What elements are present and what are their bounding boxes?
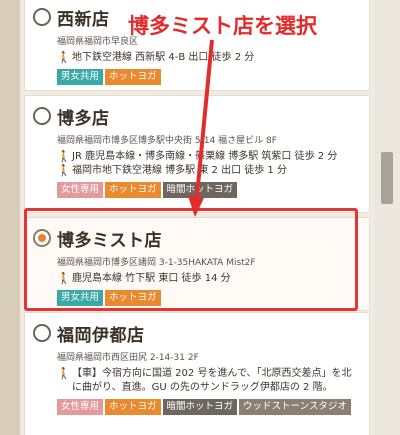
tag-dark-hot-yoga: 暗闇ホットヨガ bbox=[162, 182, 238, 198]
access-line: 🚶 JR 鹿児島本線・博多南線・篠栗線 博多駅 筑紫口 徒歩 2 分 bbox=[57, 150, 338, 163]
store-name: 博多ミスト店 bbox=[57, 230, 162, 251]
store-list: 西新店 福岡県福岡市早良区 🚶 地下鉄空港線 西新駅 4-B 出口 徒歩 2 分… bbox=[20, 0, 374, 435]
tag-hot-yoga: ホットヨガ bbox=[105, 69, 161, 85]
walking-person-icon: 🚶 bbox=[57, 150, 71, 163]
access-line: 🚶 福岡市地下鉄空港線 博多駅 東 2 出口 徒歩 1 分 bbox=[57, 164, 287, 177]
store-selection-page: 西新店 福岡県福岡市早良区 🚶 地下鉄空港線 西新駅 4-B 出口 徒歩 2 分… bbox=[0, 0, 400, 435]
scrollbar[interactable] bbox=[374, 0, 400, 435]
store-address: 福岡県福岡市博多区博多駅中央街 5-14 福さ屋ビル 8F bbox=[57, 136, 277, 146]
tag-unisex: 男女共用 bbox=[57, 69, 104, 85]
walking-person-icon: 🚶 bbox=[57, 367, 71, 380]
store-address: 福岡県福岡市西区田尻 2-14-31 2F bbox=[57, 353, 199, 363]
walking-person-icon: 🚶 bbox=[57, 51, 71, 64]
walking-person-icon: 🚶 bbox=[57, 272, 71, 285]
store-name: 福岡伊都店 bbox=[57, 325, 145, 346]
access-line: 🚶 地下鉄空港線 西新駅 4-B 出口 徒歩 2 分 bbox=[57, 51, 255, 64]
store-name: 西新店 bbox=[57, 9, 110, 30]
annotation-callout: 博多ミスト店を選択 bbox=[128, 14, 317, 38]
store-tags: 女性専用 ホットヨガ 暗闇ホットヨガ ウッドストーンスタジオ bbox=[57, 399, 361, 415]
store-card-fukuoka-ito[interactable]: 福岡伊都店 福岡県福岡市西区田尻 2-14-31 2F 🚶 【車】今宿方向に国道… bbox=[24, 312, 370, 435]
store-radio-hakata[interactable] bbox=[33, 107, 51, 125]
tag-dark-hot-yoga: 暗闇ホットヨガ bbox=[162, 399, 238, 415]
tag-hot-yoga: ホットヨガ bbox=[105, 290, 161, 306]
store-tags: 女性専用 ホットヨガ 暗闇ホットヨガ bbox=[57, 182, 361, 198]
scrollbar-thumb[interactable] bbox=[381, 152, 393, 204]
store-radio-fukuoka-ito[interactable] bbox=[33, 324, 51, 342]
store-name: 博多店 bbox=[57, 108, 110, 129]
tag-women-only: 女性専用 bbox=[57, 182, 104, 198]
access-line: 🚶 鹿児島本線 竹下駅 東口 徒歩 14 分 bbox=[57, 272, 231, 285]
store-address: 福岡県福岡市博多区諸岡 3-1-35HAKATA Mist2F bbox=[57, 258, 256, 268]
tag-women-only: 女性専用 bbox=[57, 399, 104, 415]
store-card-hakata[interactable]: 博多店 福岡県福岡市博多区博多駅中央街 5-14 福さ屋ビル 8F 🚶 JR 鹿… bbox=[24, 95, 370, 213]
tag-unisex: 男女共用 bbox=[57, 290, 104, 306]
tag-hot-yoga: ホットヨガ bbox=[105, 182, 161, 198]
access-line: 🚶 【車】今宿方向に国道 202 号を進んで、「北原西交差点」を北に曲がり、直進… bbox=[57, 367, 352, 393]
store-tags: 男女共用 ホットヨガ bbox=[57, 69, 361, 85]
tag-woodstone-studio: ウッドストーンスタジオ bbox=[239, 399, 351, 415]
tag-hot-yoga: ホットヨガ bbox=[105, 399, 161, 415]
store-card-hakata-mist[interactable]: 博多ミスト店 福岡県福岡市博多区諸岡 3-1-35HAKATA Mist2F 🚶… bbox=[24, 217, 370, 311]
walking-person-icon: 🚶 bbox=[57, 164, 71, 177]
store-radio-nishijin[interactable] bbox=[33, 8, 51, 26]
store-tags: 男女共用 ホットヨガ bbox=[57, 290, 361, 306]
store-radio-hakata-mist[interactable] bbox=[33, 229, 51, 247]
